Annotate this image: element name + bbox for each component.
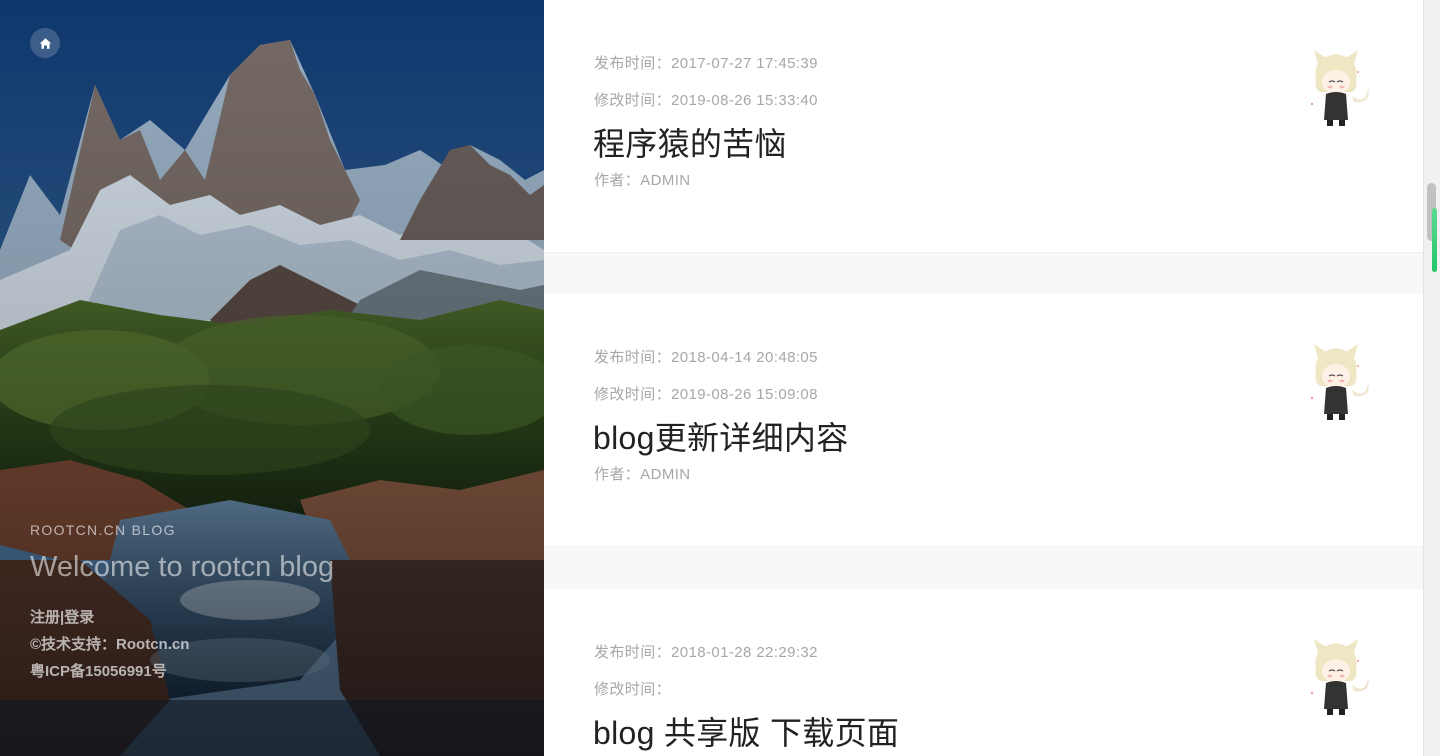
login-link[interactable]: 登录 [64,609,94,626]
register-link[interactable]: 注册 [30,609,60,626]
post-title[interactable]: blog更新详细内容 [593,413,849,459]
post-modified-time: 修改时间： [594,681,672,698]
sidebar-links: 注册|登录 ©技术支持：Rootcn.cn 粤ICP备15056991号 [30,604,530,685]
author-avatar [1296,633,1376,719]
anime-avatar-icon [1310,50,1369,126]
home-icon [39,37,51,49]
post-published-time: 发布时间：2018-01-28 22:29:32 [594,644,818,661]
hero-panel: ROOTCN.CN BLOG Welcome to rootcn blog 注册… [0,0,544,756]
post-author: 作者：ADMIN [594,172,691,189]
post-title[interactable]: blog 共享版 下载页面 [593,708,899,754]
post-published-time: 发布时间：2018-04-14 20:48:05 [594,349,818,366]
author-avatar [1296,44,1376,130]
home-button[interactable] [30,28,60,58]
post-card[interactable]: 发布时间：2017-07-27 17:45:39 修改时间：2019-08-26… [544,0,1423,253]
post-published-time: 发布时间：2017-07-27 17:45:39 [594,55,818,72]
tech-support-link[interactable]: ©技术支持：Rootcn.cn [30,631,530,658]
post-modified-time: 修改时间：2019-08-26 15:09:08 [594,386,818,403]
post-list: 发布时间：2017-07-27 17:45:39 修改时间：2019-08-26… [544,0,1423,756]
anime-avatar-icon [1310,344,1369,420]
post-title[interactable]: 程序猿的苦恼 [593,119,787,165]
post-author: 作者：ADMIN [594,466,691,483]
scroll-progress-indicator [1432,208,1437,272]
auth-links: 注册|登录 [30,604,530,631]
post-card[interactable]: 发布时间：2018-01-28 22:29:32 修改时间： blog 共享版 … [544,589,1423,756]
hero-text-block: ROOTCN.CN BLOG Welcome to rootcn blog 注册… [30,522,530,685]
author-avatar [1296,338,1376,424]
page-scrollbar[interactable] [1423,0,1440,756]
post-card[interactable]: 发布时间：2018-04-14 20:48:05 修改时间：2019-08-26… [544,294,1423,547]
anime-avatar-icon [1310,639,1369,715]
blog-name: ROOTCN.CN BLOG [30,522,176,538]
welcome-heading: Welcome to rootcn blog [30,551,335,583]
post-modified-time: 修改时间：2019-08-26 15:33:40 [594,92,818,109]
icp-record-link[interactable]: 粤ICP备15056991号 [30,658,530,685]
